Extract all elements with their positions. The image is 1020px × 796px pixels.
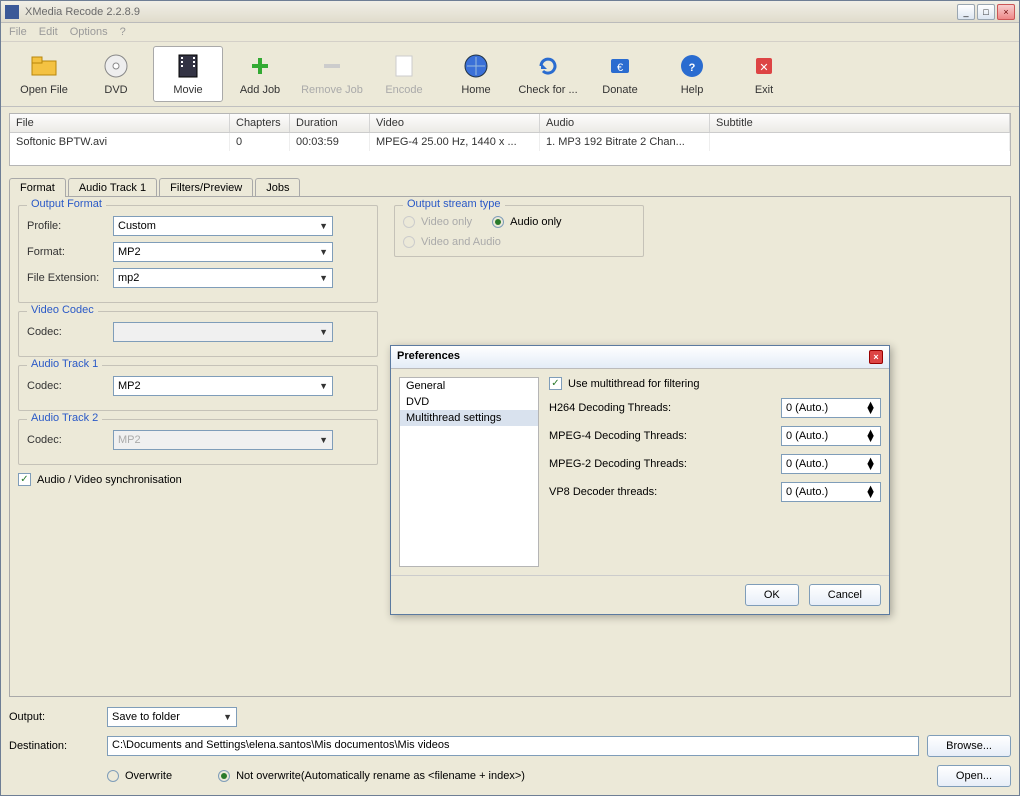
pref-close-icon[interactable]: × [869,350,883,364]
app-icon [5,5,19,19]
exit-icon: ✕ [750,52,778,80]
radio-video-audio: Video and Audio [403,236,635,248]
threads-spinner[interactable]: 0 (Auto.)▲▼ [781,426,881,446]
tab-format[interactable]: Format [9,178,66,197]
avsync-checkbox[interactable]: ✓Audio / Video synchronisation [18,473,378,486]
threads-spinner[interactable]: 0 (Auto.)▲▼ [781,398,881,418]
destination-row: Destination: C:\Documents and Settings\e… [9,735,1011,757]
minus-icon [318,52,346,80]
radio-not-overwrite[interactable]: Not overwrite(Automatically rename as <f… [218,770,525,782]
svg-text:?: ? [689,62,696,74]
col-file[interactable]: File [10,114,230,132]
folder-icon [30,52,58,80]
radio-overwrite[interactable]: Overwrite [107,770,172,782]
tab-jobs[interactable]: Jobs [255,178,300,197]
toolbar-encode: Encode [369,46,439,102]
file-list: File Chapters Duration Video Audio Subti… [9,113,1011,166]
tab-audio1[interactable]: Audio Track 1 [68,178,157,197]
destination-field[interactable]: C:\Documents and Settings\elena.santos\M… [107,736,919,756]
titlebar: XMedia Recode 2.2.8.9 _ □ × [1,1,1019,23]
list-header: File Chapters Duration Video Audio Subti… [10,114,1010,133]
toolbar-remove-job: Remove Job [297,46,367,102]
ext-combo[interactable]: mp2▼ [113,268,333,288]
profile-combo[interactable]: Custom▼ [113,216,333,236]
window-title: XMedia Recode 2.2.8.9 [25,6,957,18]
pref-ok-button[interactable]: OK [745,584,799,606]
pref-side-multithread[interactable]: Multithread settings [400,410,538,426]
toolbar-movie[interactable]: Movie [153,46,223,102]
plus-icon [246,52,274,80]
pref-side-general[interactable]: General [400,378,538,394]
list-row[interactable]: Softonic BPTW.avi 0 00:03:59 MPEG-4 25.0… [10,133,1010,151]
group-stream-type: Output stream type Video only Audio only… [394,205,644,257]
output-combo[interactable]: Save to folder▼ [107,707,237,727]
toolbar-open-file[interactable]: Open File [9,46,79,102]
pref-row: H264 Decoding Threads:0 (Auto.)▲▼ [549,398,881,418]
open-button[interactable]: Open... [937,765,1011,787]
pref-side-dvd[interactable]: DVD [400,394,538,410]
audio2-codec-combo: MP2▼ [113,430,333,450]
pref-row: VP8 Decoder threads:0 (Auto.)▲▼ [549,482,881,502]
disc-icon [102,52,130,80]
toolbar-home[interactable]: Home [441,46,511,102]
format-combo[interactable]: MP2▼ [113,242,333,262]
maximize-button[interactable]: □ [977,4,995,20]
pref-row: MPEG-2 Decoding Threads:0 (Auto.)▲▼ [549,454,881,474]
toolbar-dvd[interactable]: DVD [81,46,151,102]
help-icon: ? [678,52,706,80]
group-audio2: Audio Track 2 Codec:MP2▼ [18,419,378,465]
tab-filters[interactable]: Filters/Preview [159,178,253,197]
film-icon [174,52,202,80]
threads-spinner[interactable]: 0 (Auto.)▲▼ [781,454,881,474]
audio1-codec-combo[interactable]: MP2▼ [113,376,333,396]
group-video-codec: Video Codec Codec:▼ [18,311,378,357]
col-audio[interactable]: Audio [540,114,710,132]
toolbar: Open FileDVDMovieAdd JobRemove JobEncode… [1,42,1019,107]
pref-cancel-button[interactable]: Cancel [809,584,881,606]
pref-row: MPEG-4 Decoding Threads:0 (Auto.)▲▼ [549,426,881,446]
menubar: File Edit Options ? [1,23,1019,42]
browse-button[interactable]: Browse... [927,735,1011,757]
toolbar-add-job[interactable]: Add Job [225,46,295,102]
pref-side-list: General DVD Multithread settings [399,377,539,567]
preferences-dialog: Preferences × General DVD Multithread se… [390,345,890,615]
pref-titlebar: Preferences × [391,346,889,369]
close-button[interactable]: × [997,4,1015,20]
toolbar-check-for-[interactable]: Check for ... [513,46,583,102]
col-duration[interactable]: Duration [290,114,370,132]
toolbar-exit[interactable]: ✕Exit [729,46,799,102]
col-subtitle[interactable]: Subtitle [710,114,1010,132]
menu-file[interactable]: File [9,26,27,38]
col-chapters[interactable]: Chapters [230,114,290,132]
menu-edit[interactable]: Edit [39,26,58,38]
group-audio1: Audio Track 1 Codec:MP2▼ [18,365,378,411]
page-icon [390,52,418,80]
radio-video-only: Video only [403,216,472,228]
toolbar-donate[interactable]: €Donate [585,46,655,102]
radio-audio-only[interactable]: Audio only [492,216,561,228]
globe-icon [462,52,490,80]
svg-text:€: € [617,62,623,74]
toolbar-help[interactable]: ?Help [657,46,727,102]
minimize-button[interactable]: _ [957,4,975,20]
refresh-icon [534,52,562,80]
col-video[interactable]: Video [370,114,540,132]
threads-spinner[interactable]: 0 (Auto.)▲▼ [781,482,881,502]
menu-help[interactable]: ? [120,26,126,38]
donate-icon: € [606,52,634,80]
pref-multithread-check[interactable]: ✓Use multithread for filtering [549,377,881,390]
group-output-format: Output Format Profile:Custom▼ Format:MP2… [18,205,378,303]
output-row: Output: Save to folder▼ [9,707,1011,727]
menu-options[interactable]: Options [70,26,108,38]
video-codec-combo: ▼ [113,322,333,342]
svg-text:✕: ✕ [759,62,768,74]
overwrite-row: Overwrite Not overwrite(Automatically re… [9,765,1011,787]
